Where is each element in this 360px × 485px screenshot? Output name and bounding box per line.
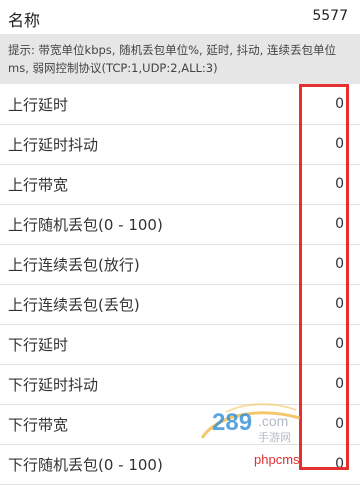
row-value-field[interactable]: 0 [335,376,344,392]
hint-text: 提示: 带宽单位kbps, 随机丢包单位%, 延时, 抖动, 连续丢包单位ms,… [0,34,360,84]
row-value-field[interactable]: 0 [335,456,344,472]
row-downlink-random-loss[interactable]: 下行随机丢包(0 - 100) 0 [0,445,360,485]
row-value-field[interactable]: 0 [335,216,344,232]
row-uplink-burst-drop[interactable]: 上行连续丢包(丢包) 0 [0,285,360,325]
row-uplink-delay-jitter[interactable]: 上行延时抖动 0 [0,125,360,165]
row-value-field[interactable]: 0 [335,256,344,272]
row-label: 上行延时抖动 [8,136,99,154]
row-label: 上行随机丢包(0 - 100) [8,216,163,234]
row-downlink-delay[interactable]: 下行延时 0 [0,325,360,365]
row-value-field[interactable]: 0 [335,296,344,312]
row-uplink-burst-pass[interactable]: 上行连续丢包(放行) 0 [0,245,360,285]
settings-list: 上行延时 0 上行延时抖动 0 上行带宽 0 上行随机丢包(0 - 100) 0… [0,85,360,485]
row-label: 下行带宽 [8,416,69,434]
row-value-field[interactable]: 0 [335,416,344,432]
row-downlink-delay-jitter[interactable]: 下行延时抖动 0 [0,365,360,405]
row-uplink-random-loss[interactable]: 上行随机丢包(0 - 100) 0 [0,205,360,245]
row-label: 下行随机丢包(0 - 100) [8,456,163,474]
row-label: 上行带宽 [8,176,69,194]
name-title: 名称 [8,11,41,30]
row-label: 上行连续丢包(放行) [8,256,140,274]
row-value-field[interactable]: 0 [335,96,344,112]
name-count: 5577 [312,8,348,24]
row-value-field[interactable]: 0 [335,176,344,192]
row-uplink-bandwidth[interactable]: 上行带宽 0 [0,165,360,205]
row-label: 上行延时 [8,96,69,114]
row-label: 下行延时抖动 [8,376,99,394]
row-uplink-delay[interactable]: 上行延时 0 [0,85,360,125]
row-value-field[interactable]: 0 [335,336,344,352]
row-value-field[interactable]: 0 [335,136,344,152]
header-bar: 名称 5577 [0,0,360,34]
row-label: 上行连续丢包(丢包) [8,296,140,314]
row-label: 下行延时 [8,336,69,354]
row-downlink-bandwidth[interactable]: 下行带宽 0 [0,405,360,445]
